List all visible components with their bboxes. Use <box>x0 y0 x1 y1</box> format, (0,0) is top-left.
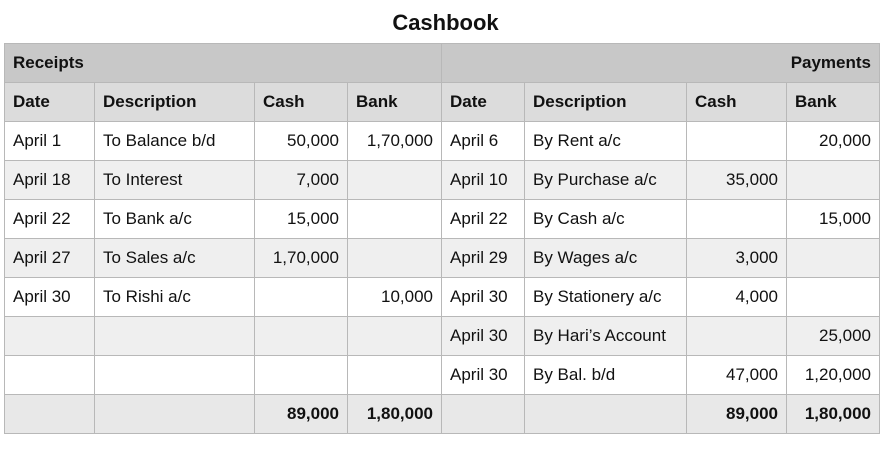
table-cell <box>347 316 442 356</box>
column-header: Cash <box>686 82 787 122</box>
table-cell: 7,000 <box>254 160 348 200</box>
column-header: Cash <box>254 82 348 122</box>
table-cell <box>347 160 442 200</box>
table-cell: April 29 <box>441 238 525 278</box>
table-row: April 1 To Balance b/d 50,000 1,70,000 A… <box>4 121 881 161</box>
column-header: Date <box>441 82 525 122</box>
table-cell: 47,000 <box>686 355 787 395</box>
table-row: April 30 By Hari’s Account 25,000 <box>4 316 881 356</box>
column-header: Date <box>4 82 95 122</box>
banner-row: Receipts Payments <box>4 43 881 83</box>
table-cell: 3,000 <box>686 238 787 278</box>
total-bank-payments: 1,80,000 <box>785 394 881 434</box>
table-cell: April 22 <box>4 199 95 239</box>
table-cell: 15,000 <box>254 199 348 239</box>
table-cell: By Wages a/c <box>524 238 687 278</box>
table-cell: April 18 <box>4 160 95 200</box>
table-cell: To Bank a/c <box>94 199 255 239</box>
table-cell: To Balance b/d <box>94 121 255 161</box>
table-cell: April 1 <box>4 121 95 161</box>
table-cell: 10,000 <box>347 277 442 317</box>
table-cell: April 27 <box>4 238 95 278</box>
table-cell <box>254 355 348 395</box>
table-cell: April 6 <box>441 121 525 161</box>
table-cell <box>441 394 525 434</box>
table-cell <box>94 355 255 395</box>
table-cell: 20,000 <box>785 121 881 161</box>
cashbook-table: Receipts Payments Date Description Cash … <box>4 43 881 434</box>
table-cell: By Purchase a/c <box>524 160 687 200</box>
table-cell: By Hari’s Account <box>524 316 687 356</box>
table-cell: To Sales a/c <box>94 238 255 278</box>
table-row: April 27 To Sales a/c 1,70,000 April 29 … <box>4 238 881 278</box>
table-cell: 1,20,000 <box>785 355 881 395</box>
table-cell <box>347 199 442 239</box>
table-cell <box>785 277 881 317</box>
table-row: April 22 To Bank a/c 15,000 April 22 By … <box>4 199 881 239</box>
total-bank-receipts: 1,80,000 <box>347 394 442 434</box>
column-header: Bank <box>347 82 442 122</box>
table-cell <box>686 121 787 161</box>
table-cell <box>524 394 687 434</box>
table-cell <box>254 277 348 317</box>
table-cell <box>686 199 787 239</box>
table-cell <box>347 238 442 278</box>
totals-row: 89,000 1,80,000 89,000 1,80,000 <box>4 394 881 434</box>
table-cell: 4,000 <box>686 277 787 317</box>
table-cell: April 22 <box>441 199 525 239</box>
column-header: Description <box>524 82 687 122</box>
table-cell: April 30 <box>4 277 95 317</box>
table-cell: By Bal. b/d <box>524 355 687 395</box>
table-cell <box>94 316 255 356</box>
table-cell: April 10 <box>441 160 525 200</box>
receipts-label: Receipts <box>4 43 442 83</box>
table-row: April 18 To Interest 7,000 April 10 By P… <box>4 160 881 200</box>
table-cell: By Cash a/c <box>524 199 687 239</box>
payments-label: Payments <box>440 43 881 83</box>
table-row: April 30 To Rishi a/c 10,000 April 30 By… <box>4 277 881 317</box>
table-cell <box>4 394 95 434</box>
table-cell <box>785 160 881 200</box>
table-cell: 15,000 <box>785 199 881 239</box>
column-header-row: Date Description Cash Bank Date Descript… <box>4 82 881 122</box>
table-cell <box>785 238 881 278</box>
table-cell: 50,000 <box>254 121 348 161</box>
table-cell <box>347 355 442 395</box>
total-cash-payments: 89,000 <box>686 394 787 434</box>
total-cash-receipts: 89,000 <box>254 394 348 434</box>
column-header: Description <box>94 82 255 122</box>
page-title: Cashbook <box>392 10 499 35</box>
table-cell: 35,000 <box>686 160 787 200</box>
table-cell <box>4 355 95 395</box>
table-cell: April 30 <box>441 355 525 395</box>
table-cell: To Interest <box>94 160 255 200</box>
table-cell: April 30 <box>441 277 525 317</box>
table-cell: 1,70,000 <box>347 121 442 161</box>
column-header: Bank <box>785 82 881 122</box>
table-cell <box>4 316 95 356</box>
table-row: April 30 By Bal. b/d 47,000 1,20,000 <box>4 355 881 395</box>
table-cell: 1,70,000 <box>254 238 348 278</box>
table-cell: By Rent a/c <box>524 121 687 161</box>
table-cell: To Rishi a/c <box>94 277 255 317</box>
table-cell: By Stationery a/c <box>524 277 687 317</box>
table-cell <box>254 316 348 356</box>
table-cell <box>686 316 787 356</box>
table-cell <box>94 394 255 434</box>
table-cell: April 30 <box>441 316 525 356</box>
table-cell: 25,000 <box>785 316 881 356</box>
